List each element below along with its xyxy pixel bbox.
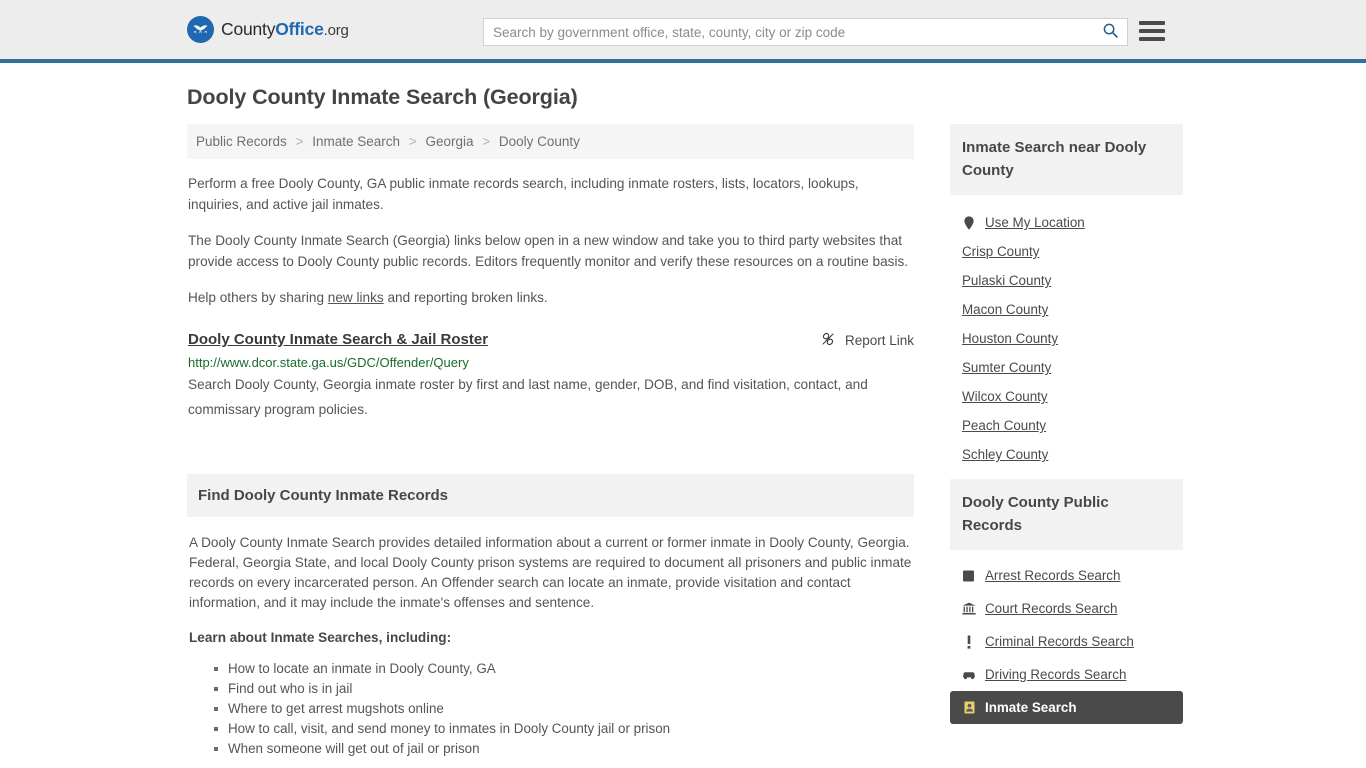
sidebar-item-label: Wilcox County: [962, 389, 1048, 404]
broken-link-icon: [820, 331, 836, 350]
fingerprint-square-icon: [962, 570, 976, 582]
sidebar-item-pulaski-county[interactable]: Pulaski County: [950, 266, 1183, 295]
breadcrumb-item-inmate-search[interactable]: Inmate Search: [312, 134, 400, 149]
search-bar: [483, 18, 1128, 46]
sidebar-item-label: Court Records Search: [985, 601, 1118, 616]
eagle-shield-icon: [187, 16, 214, 43]
sidebar-item-crisp-county[interactable]: Crisp County: [950, 237, 1183, 266]
list-item: Where to get arrest mugshots online: [214, 699, 913, 719]
intro-paragraph-3: Help others by sharing new links and rep…: [188, 287, 914, 308]
sidebar-item-wilcox-county[interactable]: Wilcox County: [950, 382, 1183, 411]
car-icon: [962, 669, 976, 680]
page-container: Dooly County Inmate Search (Georgia) Pub…: [183, 63, 1183, 759]
main-column: Public Records > Inmate Search > Georgia…: [187, 124, 914, 759]
public-records-card: Dooly County Public Records Arrest Recor…: [950, 479, 1183, 724]
site-logo-text: CountyOffice.org: [221, 19, 349, 40]
courthouse-icon: [962, 602, 976, 615]
sidebar-item-label: Schley County: [962, 447, 1049, 462]
hamburger-menu-icon[interactable]: [1139, 19, 1165, 43]
list-item: When someone will get out of jail or pri…: [214, 739, 913, 759]
report-link-label: Report Link: [844, 333, 914, 348]
sidebar-item-label: Peach County: [962, 418, 1047, 433]
intro-paragraph-2: The Dooly County Inmate Search (Georgia)…: [188, 233, 909, 269]
result-description: Search Dooly County, Georgia inmate rost…: [188, 377, 868, 417]
logo-text-part1: County: [221, 19, 276, 39]
breadcrumb-item-public-records[interactable]: Public Records: [196, 134, 287, 149]
sidebar-item-label: Use My Location: [985, 215, 1085, 230]
breadcrumb-separator: >: [482, 134, 491, 149]
share-text-after: and reporting broken links.: [383, 290, 548, 305]
header-inner: CountyOffice.org: [183, 0, 1183, 59]
sidebar-item-label: Sumter County: [962, 360, 1052, 375]
nearby-card-header: Inmate Search near Dooly County: [950, 124, 1183, 195]
sidebar-item-inmate-search[interactable]: Inmate Search: [950, 691, 1183, 724]
sidebar-item-sumter-county[interactable]: Sumter County: [950, 353, 1183, 382]
site-logo[interactable]: CountyOffice.org: [187, 16, 349, 43]
page-title: Dooly County Inmate Search (Georgia): [187, 85, 578, 109]
report-link-button[interactable]: Report Link: [820, 331, 914, 350]
logo-text-part3: .org: [323, 22, 349, 39]
sidebar-item-label: Inmate Search: [985, 700, 1077, 715]
learn-about-label: Learn about Inmate Searches, including:: [189, 630, 452, 645]
breadcrumb-item-dooly-county[interactable]: Dooly County: [499, 134, 580, 149]
public-records-links-list: Arrest Records Search Court Records Sear…: [950, 550, 1183, 724]
result-url[interactable]: http://www.dcor.state.ga.us/GDC/Offender…: [188, 355, 914, 370]
sidebar-item-macon-county[interactable]: Macon County: [950, 295, 1183, 324]
sidebar-item-label: Criminal Records Search: [985, 634, 1134, 649]
breadcrumb-item-georgia[interactable]: Georgia: [425, 134, 473, 149]
list-item: How to locate an inmate in Dooly County,…: [214, 659, 913, 679]
sidebar-item-label: Macon County: [962, 302, 1049, 317]
breadcrumb: Public Records > Inmate Search > Georgia…: [187, 124, 914, 159]
sidebar-item-court-records-search[interactable]: Court Records Search: [950, 592, 1183, 625]
map-pin-icon: [962, 215, 976, 230]
search-icon: [1102, 22, 1119, 42]
sidebar-item-peach-county[interactable]: Peach County: [950, 411, 1183, 440]
site-header: CountyOffice.org: [0, 0, 1366, 63]
search-input[interactable]: [484, 19, 1093, 45]
sidebar-item-use-my-location[interactable]: Use My Location: [950, 208, 1183, 237]
breadcrumb-separator: >: [408, 134, 417, 149]
sidebar: Inmate Search near Dooly County Use My L…: [950, 124, 1183, 734]
sidebar-item-arrest-records-search[interactable]: Arrest Records Search: [950, 559, 1183, 592]
sidebar-item-schley-county[interactable]: Schley County: [950, 440, 1183, 469]
list-item: Find out who is in jail: [214, 679, 913, 699]
intro-paragraph-1: Perform a free Dooly County, GA public i…: [188, 176, 859, 212]
learn-about-list: How to locate an inmate in Dooly County,…: [188, 659, 913, 759]
sidebar-item-driving-records-search[interactable]: Driving Records Search: [950, 658, 1183, 691]
sidebar-item-label: Houston County: [962, 331, 1059, 346]
sidebar-item-label: Crisp County: [962, 244, 1040, 259]
sidebar-item-criminal-records-search[interactable]: Criminal Records Search: [950, 625, 1183, 658]
share-text-before: Help others by sharing: [188, 290, 328, 305]
records-section-paragraph: A Dooly County Inmate Search provides de…: [189, 535, 912, 610]
result-title-link[interactable]: Dooly County Inmate Search & Jail Roster: [188, 330, 488, 350]
list-item: How to call, visit, and send money to in…: [214, 719, 913, 739]
sidebar-item-label: Arrest Records Search: [985, 568, 1121, 583]
inmate-id-icon: [962, 701, 976, 714]
public-records-card-header: Dooly County Public Records: [950, 479, 1183, 550]
exclamation-icon: [962, 635, 976, 649]
records-section-heading: Find Dooly County Inmate Records: [198, 487, 449, 504]
records-section-body: A Dooly County Inmate Search provides de…: [187, 517, 914, 759]
new-links-link[interactable]: new links: [328, 290, 384, 305]
sidebar-item-label: Driving Records Search: [985, 667, 1127, 682]
result-header-row: Dooly County Inmate Search & Jail Roster…: [187, 330, 914, 350]
nearby-inmate-search-card: Inmate Search near Dooly County Use My L…: [950, 124, 1183, 469]
breadcrumb-separator: >: [295, 134, 304, 149]
nearby-card-heading: Inmate Search near Dooly County: [962, 139, 1147, 179]
logo-text-part2: Office: [275, 19, 324, 39]
sidebar-item-label: Pulaski County: [962, 273, 1052, 288]
content-columns: Public Records > Inmate Search > Georgia…: [183, 124, 1183, 759]
sidebar-item-houston-county[interactable]: Houston County: [950, 324, 1183, 353]
public-records-card-heading: Dooly County Public Records: [962, 494, 1109, 534]
search-button[interactable]: [1093, 19, 1127, 45]
result-item: Dooly County Inmate Search & Jail Roster…: [187, 330, 914, 422]
nearby-links-list: Use My Location Crisp County Pulaski Cou…: [950, 195, 1183, 469]
records-section-header: Find Dooly County Inmate Records: [187, 474, 914, 517]
